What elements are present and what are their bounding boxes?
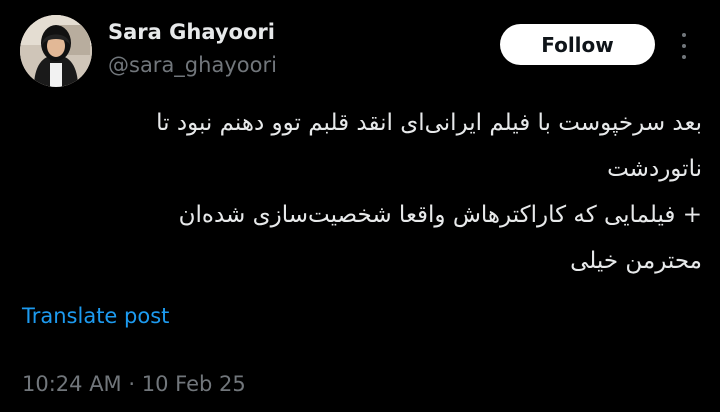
user-handle[interactable]: @sara_ghayoori (108, 51, 277, 79)
author-block[interactable]: Sara Ghayoori @sara_ghayoori (108, 18, 277, 79)
post-date[interactable]: 10 Feb 25 (142, 372, 246, 396)
avatar-photo (20, 15, 92, 87)
follow-button[interactable]: Follow (500, 24, 655, 65)
post-timestamp[interactable]: 10:24 AM · 10 Feb 25 (22, 369, 246, 399)
post-time[interactable]: 10:24 AM (22, 372, 122, 396)
tweet-text: بعد سرخپوست با فیلم ایرانی‌ای انقد قلبم … (20, 100, 702, 284)
tweet-line: بعد سرخپوست با فیلم ایرانی‌ای انقد قلبم … (156, 110, 702, 136)
meta-separator: · (128, 372, 136, 396)
translate-post-link[interactable]: Translate post (22, 301, 169, 331)
tweet-line: محترمن خیلی (570, 248, 702, 274)
more-dot (682, 33, 686, 37)
avatar[interactable] (20, 15, 92, 87)
tweet-line: + فیلمایی که کاراکترهاش واقعا شخصیت‌سازی… (178, 202, 702, 228)
more-dot (682, 55, 686, 59)
display-name[interactable]: Sara Ghayoori (108, 18, 277, 46)
more-vertical-icon[interactable] (676, 33, 692, 59)
more-dot (682, 44, 686, 48)
tweet-line: ناتوردشت (607, 156, 702, 182)
